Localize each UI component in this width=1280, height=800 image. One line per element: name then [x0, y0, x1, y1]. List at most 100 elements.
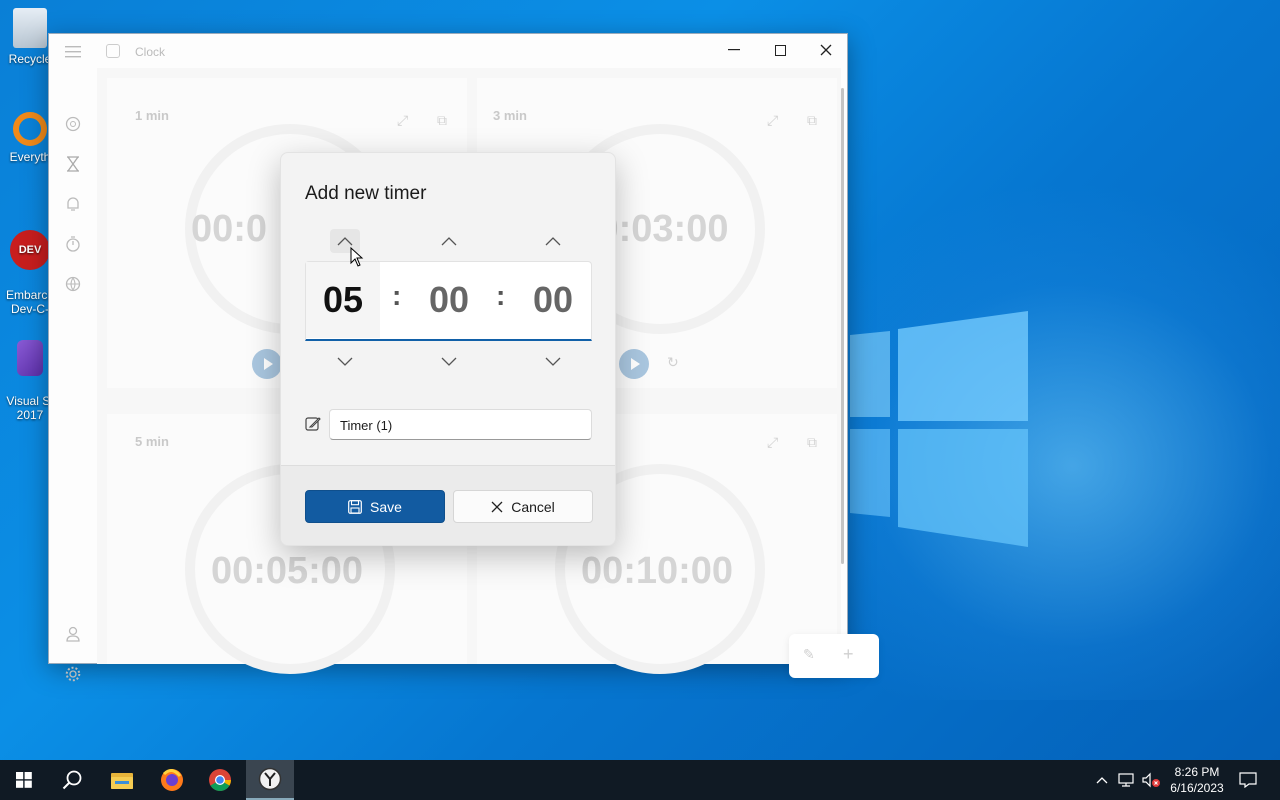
dialog-footer: Save Cancel [281, 465, 615, 545]
taskbar-chrome[interactable] [196, 760, 244, 800]
save-button[interactable]: Save [305, 490, 445, 523]
keep-on-top-icon[interactable]: ⧉ [807, 112, 823, 128]
taskbar-date: 6/16/2023 [1170, 781, 1224, 795]
file-explorer-icon [111, 773, 133, 789]
chevron-up-icon [441, 236, 457, 245]
chevron-down-icon [545, 357, 561, 366]
taskbar-firefox[interactable] [148, 760, 196, 800]
nav-timer[interactable] [63, 154, 83, 174]
timer-card-title: 3 min [493, 108, 527, 123]
time-picker: 05 : 00 : 00 [305, 261, 592, 341]
time-separator: : [392, 280, 402, 311]
edit-icon [305, 417, 321, 431]
dev-cpp-icon: DEV [10, 230, 50, 270]
chevron-down-icon [441, 357, 457, 366]
recycle-bin-icon [13, 8, 47, 48]
seconds-increment-button[interactable] [538, 229, 568, 253]
cancel-button[interactable]: Cancel [453, 490, 593, 523]
play-button[interactable] [619, 349, 649, 379]
expand-icon[interactable]: ⤢ [767, 434, 783, 450]
nav-world-clock[interactable] [63, 274, 83, 294]
mouse-cursor-icon [350, 247, 364, 267]
volume-muted-icon [1142, 772, 1160, 788]
add-timer-icon[interactable]: + [843, 644, 859, 664]
windows-logo-wallpaper [850, 311, 1028, 547]
seconds-field[interactable]: 00 [516, 262, 590, 338]
seconds-decrement-button[interactable] [538, 349, 568, 373]
taskbar-clock[interactable]: 8:26 PM 6/16/2023 [1162, 764, 1232, 796]
clock-app-icon [258, 767, 282, 791]
timer-actions-bar: ✎ + [789, 634, 879, 678]
save-icon [348, 499, 362, 514]
play-button[interactable] [252, 349, 282, 379]
minutes-field[interactable]: 00 [412, 262, 486, 338]
minimize-button[interactable] [711, 34, 757, 66]
title-bar[interactable]: Clock [49, 34, 847, 68]
chevron-up-icon [1096, 776, 1108, 783]
dialog-title: Add new timer [305, 183, 427, 204]
start-icon [16, 772, 32, 788]
scrollbar[interactable] [841, 88, 844, 564]
minutes-increment-button[interactable] [434, 229, 464, 253]
nav-account[interactable] [63, 624, 83, 644]
close-icon [820, 44, 832, 56]
keep-on-top-icon[interactable]: ⧉ [807, 434, 823, 450]
time-separator: : [496, 280, 506, 311]
close-button[interactable] [803, 34, 849, 66]
timer-card-time: 00:05:00 [210, 550, 364, 592]
volume-status[interactable] [1140, 760, 1162, 800]
world-clock-icon [65, 276, 81, 292]
network-icon [1118, 773, 1134, 787]
hours-field[interactable]: 05 [306, 262, 380, 338]
keep-on-top-icon[interactable]: ⧉ [437, 112, 453, 128]
chrome-icon [209, 769, 231, 791]
notification-icon [1239, 772, 1257, 788]
window-title: Clock [135, 45, 166, 59]
timer-card-title: 1 min [135, 108, 169, 123]
visual-studio-icon [17, 340, 43, 376]
close-icon [491, 501, 503, 512]
minimize-icon [728, 49, 740, 51]
nav-focus-sessions[interactable] [63, 114, 83, 134]
taskbar-time: 8:26 PM [1174, 765, 1220, 779]
search-button[interactable] [48, 760, 96, 800]
chevron-up-icon [545, 236, 561, 245]
taskbar-clock-app[interactable] [246, 760, 294, 800]
search-icon [62, 770, 82, 790]
nav-rail [49, 68, 97, 682]
taskbar: 8:26 PM 6/16/2023 [0, 760, 1280, 800]
expand-icon[interactable]: ⤢ [767, 112, 783, 128]
focus-sessions-icon [65, 116, 81, 132]
maximize-icon [774, 44, 786, 56]
account-icon [66, 626, 80, 642]
firefox-icon [161, 769, 183, 791]
network-status[interactable] [1116, 760, 1138, 800]
taskbar-file-explorer[interactable] [98, 760, 146, 800]
nav-settings[interactable] [63, 664, 83, 684]
action-center-button[interactable] [1232, 760, 1264, 800]
desktop-icon-label: Embarca Dev-C- [5, 288, 55, 316]
timer-card-title: 5 min [135, 434, 169, 449]
timer-name-input[interactable]: Timer (1) [329, 409, 592, 440]
gear-icon [65, 666, 81, 682]
timer-card-time: 00:10:00 [580, 550, 734, 592]
clock-app-icon [106, 44, 120, 58]
desktop-icon-label: Recycle [8, 52, 52, 66]
desktop-icon-label: Visual St 2017 [6, 394, 53, 422]
edit-timers-icon[interactable]: ✎ [803, 646, 819, 662]
start-button[interactable] [0, 760, 48, 800]
maximize-button[interactable] [757, 34, 803, 66]
hamburger-menu-icon[interactable] [65, 46, 81, 58]
desktop-icon-label: Everyth [9, 150, 51, 164]
hours-decrement-button[interactable] [330, 349, 360, 373]
expand-icon[interactable]: ⤢ [397, 112, 413, 128]
chevron-down-icon [337, 357, 353, 366]
chevron-up-icon [337, 236, 353, 245]
everything-search-icon [13, 112, 47, 146]
add-timer-dialog: Add new timer 05 : 00 : 00 Timer (1) Sav… [280, 152, 616, 546]
cancel-button-label: Cancel [511, 498, 555, 515]
reset-icon[interactable]: ↻ [667, 354, 683, 370]
show-hidden-icons[interactable] [1092, 760, 1112, 800]
minutes-decrement-button[interactable] [434, 349, 464, 373]
timer-icon [67, 156, 79, 172]
